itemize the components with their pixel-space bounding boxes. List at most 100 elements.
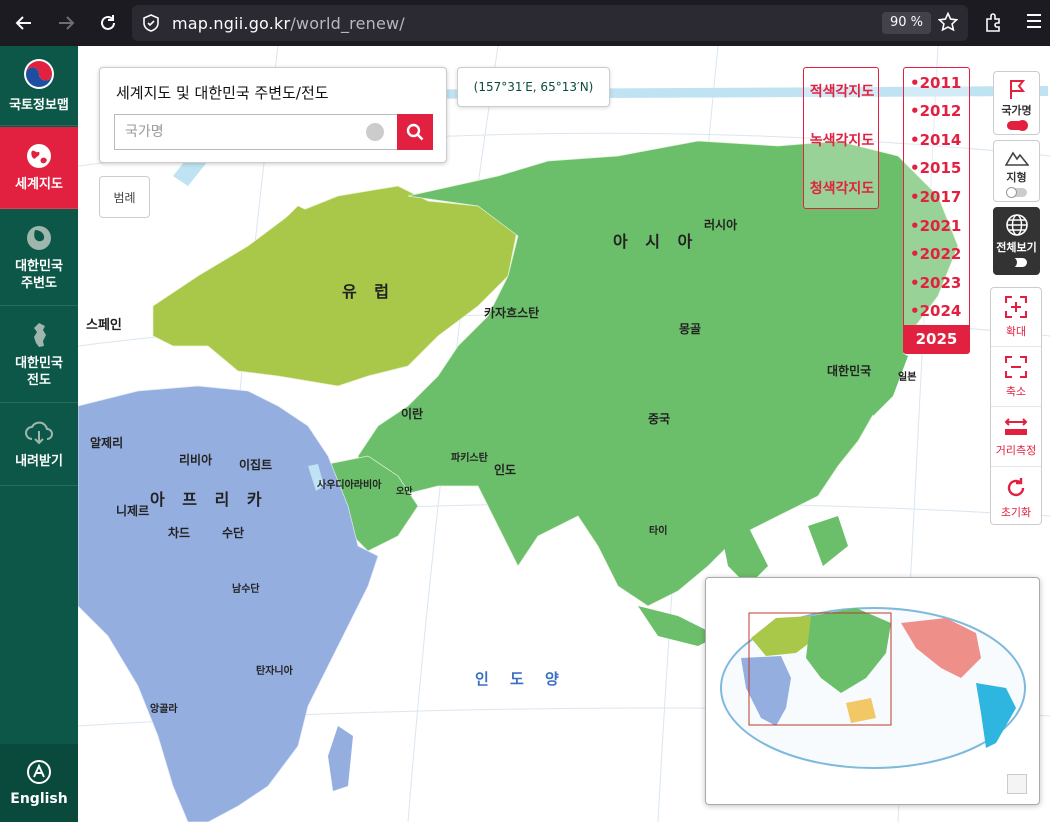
english-label: English	[10, 791, 68, 807]
map-type-green[interactable]: 녹색각지도	[804, 130, 880, 150]
year-selector: •2011 •2012 •2014 •2015 •2017 •2021 •202…	[903, 67, 970, 354]
reset-icon	[1007, 477, 1025, 496]
continent-label-africa: 아 프 리 카	[150, 490, 268, 509]
cloud-download-icon	[25, 421, 53, 445]
overview-minimap[interactable]	[705, 577, 1040, 805]
country-label-niger: 니제르	[116, 504, 150, 518]
year-option-selected[interactable]: 2025	[904, 325, 969, 353]
globe-grid-icon	[1005, 214, 1028, 236]
country-label-oman: 오만	[396, 487, 413, 497]
bookmark-star-icon[interactable]	[937, 11, 959, 36]
sidebar-item-world-map[interactable]: 세계지도	[0, 127, 78, 209]
sidebar-item-label: 세계지도	[15, 177, 63, 192]
country-label-kazakhstan: 카자흐스탄	[484, 306, 540, 320]
country-name-label: 국가명	[1001, 104, 1032, 117]
country-label-south-sudan: 남수단	[232, 584, 260, 595]
language-icon	[27, 760, 51, 784]
korea-peninsula-icon	[34, 322, 46, 347]
sidebar-item-label: 대한민국 전도	[15, 355, 63, 388]
country-name-switch[interactable]	[1006, 120, 1028, 131]
year-option[interactable]: •2011	[904, 69, 969, 97]
sidebar-item-korea-full[interactable]: 대한민국 전도	[0, 307, 78, 403]
sidebar: 국토정보맵 세계지도 대한민국 주변도 대한민국 전도 내려받기 English	[0, 46, 78, 822]
search-panel: 세계지도 및 대한민국 주변도/전도	[99, 67, 447, 163]
legend-button[interactable]: 범례	[99, 176, 150, 218]
year-option[interactable]: •2024	[904, 297, 969, 325]
reload-icon[interactable]	[88, 0, 128, 46]
map-controls: 확대 축소 거리측정 초기화	[990, 287, 1042, 525]
year-option[interactable]: •2023	[904, 269, 969, 297]
country-label-algeria: 알제리	[90, 436, 124, 450]
mountain-icon	[1004, 151, 1029, 166]
country-label-sudan: 수단	[222, 526, 245, 540]
terrain-switch[interactable]	[1005, 187, 1027, 198]
country-label-tanzania: 탄자니아	[256, 666, 293, 677]
year-option[interactable]: •2022	[904, 240, 969, 268]
continent-label-europe: 유 럽	[342, 282, 396, 301]
country-label-libya: 리비아	[179, 453, 213, 467]
ocean-label-indian: 인 도 양	[475, 670, 567, 688]
zoom-out-label: 축소	[1005, 385, 1027, 398]
address-bar[interactable]: map.ngii.go.kr/world_renew/ 90 %	[132, 5, 968, 41]
logo-label: 국토정보맵	[9, 98, 69, 113]
english-language-button[interactable]: English	[0, 744, 78, 822]
country-label-pakistan: 파키스탄	[451, 453, 488, 464]
year-option[interactable]: •2014	[904, 126, 969, 154]
map-type-red[interactable]: 적색각지도	[804, 81, 880, 101]
country-name-toggle[interactable]: 국가명	[993, 71, 1040, 135]
logo-home-link[interactable]: 국토정보맵	[0, 46, 78, 126]
forward-icon[interactable]	[46, 0, 86, 46]
search-icon	[406, 123, 424, 141]
country-label-iran: 이란	[401, 407, 424, 421]
expand-minimap-icon[interactable]	[1007, 774, 1027, 794]
country-label-saudi-arabia: 사우디아라비아	[317, 480, 382, 491]
overview-world-graphic	[720, 607, 1026, 769]
country-label-thailand: 타이	[649, 526, 668, 537]
zoom-in-button[interactable]: 확대	[991, 288, 1041, 347]
terrain-toggle[interactable]: 지형	[993, 140, 1040, 202]
asia-globe-icon	[27, 225, 51, 250]
year-option[interactable]: •2015	[904, 154, 969, 182]
full-view-label: 전체보기	[996, 241, 1037, 254]
globe-icon	[27, 144, 51, 168]
year-option[interactable]: •2017	[904, 183, 969, 211]
country-label-mongolia: 몽골	[679, 322, 702, 336]
country-label-japan: 일본	[898, 372, 917, 383]
clear-search-icon[interactable]	[366, 123, 384, 141]
sidebar-item-label: 내려받기	[15, 454, 63, 469]
country-label-angola: 앙골라	[150, 704, 178, 715]
url-text: map.ngii.go.kr/world_renew/	[172, 14, 405, 33]
zoom-out-button[interactable]: 축소	[991, 348, 1041, 407]
sidebar-item-label: 대한민국 주변도	[15, 258, 63, 291]
full-view-toggle[interactable]: 전체보기	[993, 207, 1040, 275]
menu-icon[interactable]	[1026, 13, 1042, 33]
zoom-out-icon	[1005, 356, 1027, 378]
reset-button[interactable]: 초기화	[991, 468, 1041, 527]
full-view-switch[interactable]	[1005, 257, 1027, 268]
search-panel-title: 세계지도 및 대한민국 주변도/전도	[116, 84, 329, 102]
search-button[interactable]	[397, 114, 433, 150]
zoom-level-badge[interactable]: 90 %	[882, 12, 932, 34]
terrain-label: 지형	[1006, 171, 1027, 184]
reset-label: 초기화	[1000, 505, 1032, 519]
country-search-input[interactable]	[114, 114, 398, 150]
zoom-in-icon	[1005, 296, 1027, 318]
country-label-chad: 차드	[168, 526, 191, 540]
taegeuk-logo-icon	[24, 59, 54, 89]
sidebar-item-korea-surrounding[interactable]: 대한민국 주변도	[0, 210, 78, 306]
sidebar-item-download[interactable]: 내려받기	[0, 404, 78, 486]
map-type-blue[interactable]: 청색각지도	[804, 178, 880, 198]
country-label-korea: 대한민국	[827, 364, 872, 378]
country-label-china: 중국	[648, 412, 671, 426]
shield-icon[interactable]	[142, 14, 160, 36]
ruler-icon	[1004, 418, 1028, 435]
continent-label-asia: 아 시 아	[613, 232, 699, 251]
extensions-icon[interactable]	[984, 11, 1004, 37]
zoom-in-label: 확대	[1005, 325, 1027, 338]
back-icon[interactable]	[4, 0, 44, 46]
year-option[interactable]: •2021	[904, 212, 969, 240]
year-option[interactable]: •2012	[904, 97, 969, 125]
measure-distance-button[interactable]: 거리측정	[991, 408, 1041, 467]
measure-label: 거리측정	[995, 444, 1037, 457]
country-label-spain: 스페인	[86, 318, 122, 333]
